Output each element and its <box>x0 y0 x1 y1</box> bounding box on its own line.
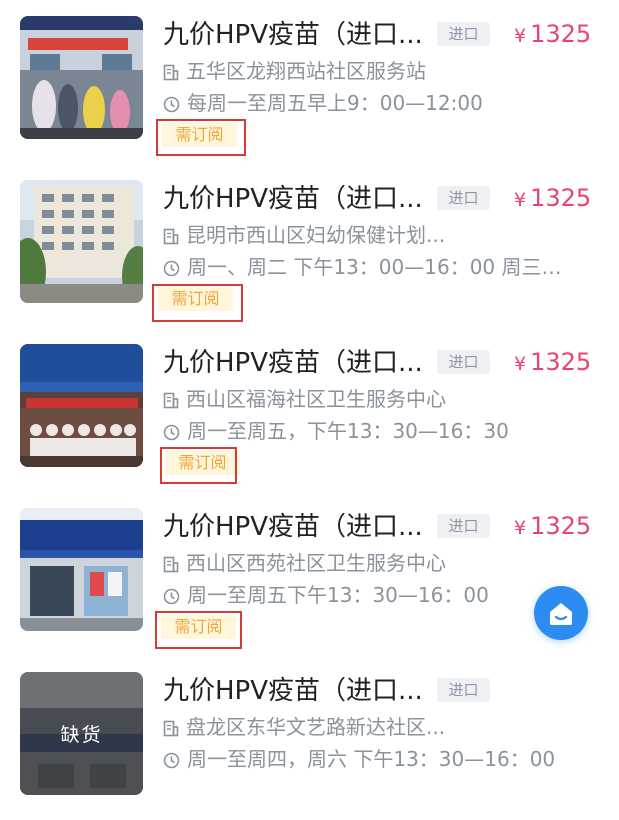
hours-row: 周一至周五，下午13：30—16：30 <box>163 417 583 445</box>
address-row: 西山区福海社区卫生服务中心 <box>163 385 583 413</box>
highlight-frame <box>152 284 243 322</box>
hours-text: 周一至周五，下午13：30—16：30 <box>187 419 509 443</box>
hours-text: 周一、周二 下午13：00—16：00 周三、... <box>187 255 577 279</box>
hours-row: 每周一至周五早上9：00—12:00 <box>163 89 583 117</box>
clock-icon <box>163 424 180 441</box>
address-row: 昆明市西山区妇幼保健计划... <box>163 221 583 249</box>
clock-icon <box>163 260 180 277</box>
building-icon <box>163 228 179 245</box>
currency-symbol: ¥ <box>514 353 527 375</box>
building-icon <box>163 392 179 409</box>
vaccine-list-item[interactable]: 九价HPV疫苗（进口... 进口 ¥1325 昆明市西山区妇幼保健计划... 周… <box>0 164 619 328</box>
price: ¥1325 <box>514 182 606 216</box>
sold-out-overlay: 缺货 <box>20 672 143 795</box>
address-text: 西山区西苑社区卫生服务中心 <box>186 551 446 575</box>
address-row: 西山区西苑社区卫生服务中心 <box>163 549 583 577</box>
address-text: 五华区龙翔西站社区服务站 <box>186 59 426 83</box>
address-text: 盘龙区东华文艺路新达社区... <box>186 715 446 739</box>
price: ¥1325 <box>514 18 606 52</box>
vaccine-list-item[interactable]: 九价HPV疫苗（进口... 进口 ¥1325 西山区西苑社区卫生服务中心 周一至… <box>0 492 619 656</box>
address-row: 五华区龙翔西站社区服务站 <box>163 57 583 85</box>
import-tag: 进口 <box>437 22 490 46</box>
hours-row: 周一至周四，周六 下午13：30—16：00 <box>163 745 583 773</box>
price-value: 1325 <box>530 184 592 212</box>
clinic-thumbnail <box>20 344 143 467</box>
vaccine-list-item[interactable]: 九价HPV疫苗（进口... 进口 ¥1325 西山区福海社区卫生服务中心 周一至… <box>0 328 619 492</box>
clinic-thumbnail <box>20 508 143 631</box>
vaccine-title: 九价HPV疫苗（进口... <box>163 348 423 378</box>
currency-symbol: ¥ <box>514 517 527 539</box>
highlight-frame <box>156 119 246 156</box>
hours-row: 周一、周二 下午13：00—16：00 周三、... <box>163 253 583 281</box>
price-value: 1325 <box>530 20 592 48</box>
import-tag: 进口 <box>437 350 490 374</box>
vaccine-title: 九价HPV疫苗（进口... <box>163 184 423 214</box>
building-icon <box>163 556 179 573</box>
vaccine-title: 九价HPV疫苗（进口... <box>163 20 423 50</box>
floating-home-button[interactable] <box>534 586 588 640</box>
vaccine-title: 九价HPV疫苗（进口... <box>163 676 423 706</box>
import-tag: 进口 <box>437 186 490 210</box>
price: ¥1325 <box>514 346 606 380</box>
currency-symbol: ¥ <box>514 189 527 211</box>
currency-symbol: ¥ <box>514 25 527 47</box>
clock-icon <box>163 96 180 113</box>
clinic-thumbnail <box>20 16 143 139</box>
import-tag: 进口 <box>437 678 490 702</box>
price: ¥1325 <box>514 510 606 544</box>
home-smile-icon <box>550 603 572 625</box>
highlight-frame <box>155 611 242 649</box>
import-tag: 进口 <box>437 514 490 538</box>
building-icon <box>163 720 179 737</box>
clock-icon <box>163 752 180 769</box>
hours-text: 周一至周四，周六 下午13：30—16：00 <box>187 747 556 771</box>
vaccine-list-item[interactable]: 缺货 九价HPV疫苗（进口... 进口 盘龙区东华文艺路新达社区... 周一至周… <box>0 656 619 820</box>
address-text: 西山区福海社区卫生服务中心 <box>186 387 446 411</box>
clinic-thumbnail <box>20 180 143 303</box>
vaccine-title: 九价HPV疫苗（进口... <box>163 512 423 542</box>
clinic-thumbnail: 缺货 <box>20 672 143 795</box>
highlight-frame <box>160 447 237 484</box>
price-value: 1325 <box>530 512 592 540</box>
hours-row: 周一至周五下午13：30—16：00 <box>163 581 583 609</box>
hours-text: 周一至周五下午13：30—16：00 <box>187 583 489 607</box>
vaccine-list-item[interactable]: 九价HPV疫苗（进口... 进口 ¥1325 五华区龙翔西站社区服务站 每周一至… <box>0 0 619 164</box>
building-icon <box>163 64 179 81</box>
price-value: 1325 <box>530 348 592 376</box>
clock-icon <box>163 588 180 605</box>
hours-text: 每周一至周五早上9：00—12:00 <box>187 91 483 115</box>
address-text: 昆明市西山区妇幼保健计划... <box>186 223 446 247</box>
address-row: 盘龙区东华文艺路新达社区... <box>163 713 583 741</box>
